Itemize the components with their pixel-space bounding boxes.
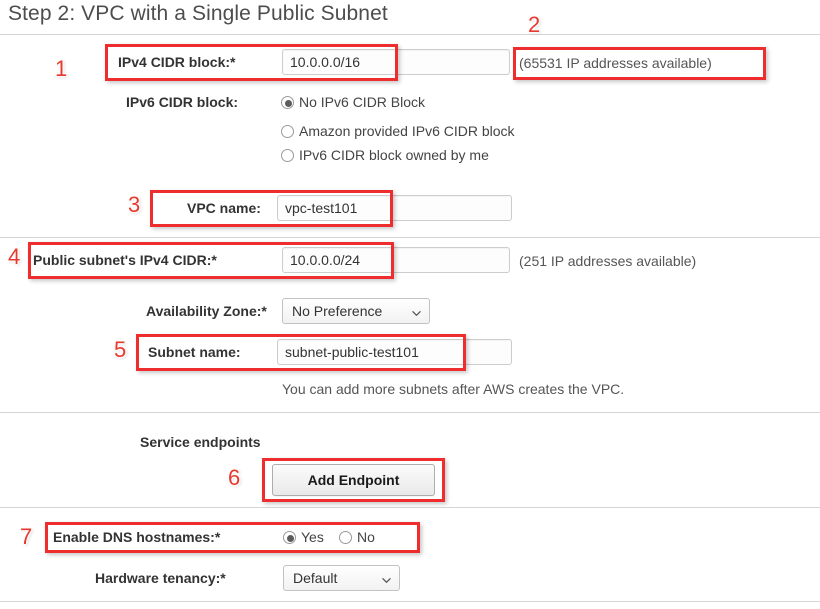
dns-hostnames-label: Enable DNS hostnames:* bbox=[53, 529, 221, 545]
annotation-number-4: 4 bbox=[8, 244, 21, 269]
hardware-tenancy-value: Default bbox=[293, 570, 338, 586]
hardware-tenancy-select[interactable]: Default bbox=[283, 565, 400, 591]
dns-hostnames-yes-label: Yes bbox=[301, 529, 324, 545]
radio-icon-ipv6-amazon[interactable] bbox=[281, 125, 294, 138]
dns-hostnames-option-yes[interactable]: Yes bbox=[283, 529, 324, 546]
availability-zone-value: No Preference bbox=[292, 303, 383, 319]
service-endpoints-label: Service endpoints bbox=[140, 434, 261, 450]
ipv6-option-owned-label: IPv6 CIDR block owned by me bbox=[299, 147, 489, 163]
ipv6-option-none-label: No IPv6 CIDR Block bbox=[299, 94, 426, 110]
ipv4-cidr-input[interactable] bbox=[282, 49, 510, 75]
hardware-tenancy-label: Hardware tenancy:* bbox=[95, 570, 226, 586]
vpc-name-input[interactable] bbox=[277, 195, 512, 221]
divider-dns-section bbox=[0, 507, 820, 508]
public-subnet-cidr-label: Public subnet's IPv4 CIDR:* bbox=[33, 252, 217, 268]
radio-icon-dns-no[interactable] bbox=[339, 531, 352, 544]
annotation-number-3: 3 bbox=[128, 192, 141, 217]
subnet-name-input[interactable] bbox=[277, 339, 512, 365]
annotation-number-1: 1 bbox=[55, 56, 68, 81]
divider-header bbox=[0, 34, 820, 35]
radio-icon-dns-yes[interactable] bbox=[283, 531, 296, 544]
ipv4-cidr-label: IPv4 CIDR block:* bbox=[118, 54, 236, 70]
radio-icon-ipv6-owned[interactable] bbox=[281, 149, 294, 162]
divider-endpoints-section bbox=[0, 412, 820, 413]
chevron-down-icon bbox=[412, 311, 421, 316]
annotation-number-6: 6 bbox=[228, 465, 241, 490]
ipv4-cidr-availability: (65531 IP addresses available) bbox=[519, 55, 712, 71]
annotation-number-2: 2 bbox=[528, 12, 541, 37]
add-endpoint-button[interactable]: Add Endpoint bbox=[272, 464, 435, 496]
dns-hostnames-option-no[interactable]: No bbox=[339, 529, 375, 546]
ipv6-option-amazon-label: Amazon provided IPv6 CIDR block bbox=[299, 123, 515, 139]
ipv6-option-amazon[interactable]: Amazon provided IPv6 CIDR block bbox=[281, 123, 515, 140]
availability-zone-select[interactable]: No Preference bbox=[282, 298, 430, 324]
availability-zone-label: Availability Zone:* bbox=[146, 303, 267, 319]
divider-subnet-section bbox=[0, 237, 820, 238]
subnet-name-label: Subnet name: bbox=[148, 344, 241, 360]
ipv6-option-none[interactable]: No IPv6 CIDR Block bbox=[281, 94, 425, 111]
vpc-name-label: VPC name: bbox=[187, 200, 261, 216]
page-title: Step 2: VPC with a Single Public Subnet bbox=[8, 2, 388, 25]
dns-hostnames-no-label: No bbox=[357, 529, 375, 545]
public-subnet-cidr-input[interactable] bbox=[282, 247, 510, 273]
ipv6-cidr-label: IPv6 CIDR block: bbox=[126, 94, 239, 110]
divider-footer bbox=[0, 601, 820, 602]
annotation-number-5: 5 bbox=[114, 337, 127, 362]
chevron-down-icon bbox=[382, 578, 391, 583]
public-subnet-cidr-availability: (251 IP addresses available) bbox=[519, 253, 697, 269]
subnet-name-hint: You can add more subnets after AWS creat… bbox=[282, 381, 625, 397]
ipv6-option-owned[interactable]: IPv6 CIDR block owned by me bbox=[281, 147, 489, 164]
radio-icon-ipv6-none[interactable] bbox=[281, 96, 294, 109]
annotation-number-7: 7 bbox=[20, 524, 33, 549]
